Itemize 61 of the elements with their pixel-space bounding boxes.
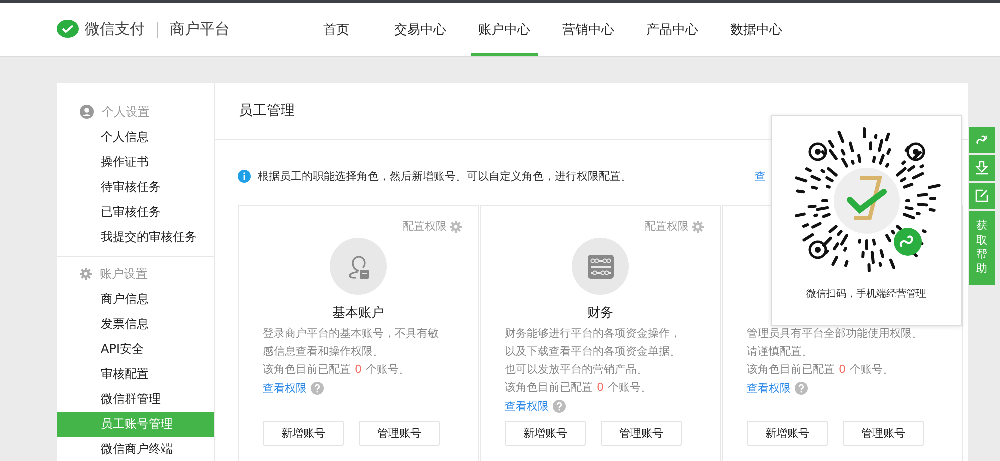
nav-tab[interactable]: 账户中心 xyxy=(471,3,538,56)
download-icon xyxy=(975,161,989,175)
sidebar-item[interactable]: 待审核任务 xyxy=(57,175,214,200)
sidebar-item[interactable]: 已审核任务 xyxy=(57,200,214,225)
sidebar-item[interactable]: 微信群管理 xyxy=(57,387,214,412)
sidebar-item[interactable]: 发票信息 xyxy=(57,312,214,337)
view-permission-link[interactable]: 查看权限 xyxy=(747,380,791,396)
sidebar-group-title: 个人设置 xyxy=(102,104,150,120)
role-name: 财务 xyxy=(586,305,614,322)
role-description: 请谨慎配置。 xyxy=(747,344,814,360)
account-count-text: 该角色目前已配置 0 个账号。 xyxy=(505,380,653,396)
nav-tab[interactable]: 数据中心 xyxy=(723,3,790,56)
sidebar-item[interactable]: 我提交的审核任务 xyxy=(57,225,214,250)
role-description: 登录商户平台的基本账号，不具有敏 xyxy=(263,326,440,342)
toolbar-button[interactable] xyxy=(969,155,995,181)
info-icon xyxy=(238,170,251,182)
notice-link[interactable]: 查 xyxy=(755,168,766,184)
sidebar-group-title: 账户设置 xyxy=(100,266,148,282)
account-button[interactable]: 管理账号 xyxy=(359,421,440,446)
nav-tab[interactable]: 产品中心 xyxy=(639,3,706,56)
person-icon xyxy=(80,105,94,119)
account-button[interactable]: 管理账号 xyxy=(843,421,924,446)
qr-caption: 微信扫码，手机端经营管理 xyxy=(806,288,926,301)
toolbar-button[interactable] xyxy=(969,127,995,153)
wechat-pay-logo-icon xyxy=(57,20,79,40)
edit-icon xyxy=(975,189,989,203)
role-description: 以及下载查看平台的各项资金单据。 xyxy=(505,344,682,360)
role-description: 管理员具有平台全部功能使用权限。 xyxy=(747,326,924,342)
account-button[interactable]: 新增账号 xyxy=(747,421,828,446)
sidebar-item[interactable]: 个人信息 xyxy=(57,125,214,150)
page-title: 员工管理 xyxy=(239,102,295,120)
role-name: 基本账户 xyxy=(332,305,386,322)
abacus-icon xyxy=(588,254,614,278)
sidebar-item[interactable]: 操作证书 xyxy=(57,150,214,175)
notice-text: 根据员工的职能选择角色，然后新增账号。可以自定义角色，进行权限配置。 xyxy=(258,168,632,184)
nav-tab[interactable]: 首页 xyxy=(303,3,370,56)
gear-icon xyxy=(80,268,92,280)
sidebar-item[interactable]: 商户信息 xyxy=(57,287,214,312)
help-icon xyxy=(553,400,566,412)
toolbar-button[interactable] xyxy=(969,183,995,209)
nav-tab[interactable]: 营销中心 xyxy=(555,3,622,56)
help-icon xyxy=(311,382,324,394)
role-description: 感信息查看和操作权限。 xyxy=(263,344,385,360)
view-permission-link[interactable]: 查看权限 xyxy=(263,380,307,396)
role-description: 也可以发放平台的营销产品。 xyxy=(505,362,649,378)
brand-name: 微信支付 xyxy=(85,20,145,39)
gear-icon xyxy=(450,220,462,232)
gear-icon xyxy=(692,220,704,232)
account-button[interactable]: 新增账号 xyxy=(505,421,586,446)
sidebar-item[interactable]: 审核配置 xyxy=(57,362,214,387)
view-permission-link[interactable]: 查看权限 xyxy=(505,398,549,414)
role-description: 财务能够进行平台的各项资金操作， xyxy=(505,326,682,342)
account-button[interactable]: 新增账号 xyxy=(263,421,344,446)
account-count-text: 该角色目前已配置 0 个账号。 xyxy=(263,362,411,378)
sidebar-item[interactable]: API安全 xyxy=(57,337,214,362)
platform-name: 商户平台 xyxy=(170,20,230,39)
nav-tab[interactable]: 交易中心 xyxy=(387,3,454,56)
sidebar-item[interactable]: 微信商户终端 xyxy=(57,437,214,461)
help-icon xyxy=(795,382,808,394)
account-button[interactable]: 管理账号 xyxy=(601,421,682,446)
account-count-text: 该角色目前已配置 0 个账号。 xyxy=(747,362,895,378)
